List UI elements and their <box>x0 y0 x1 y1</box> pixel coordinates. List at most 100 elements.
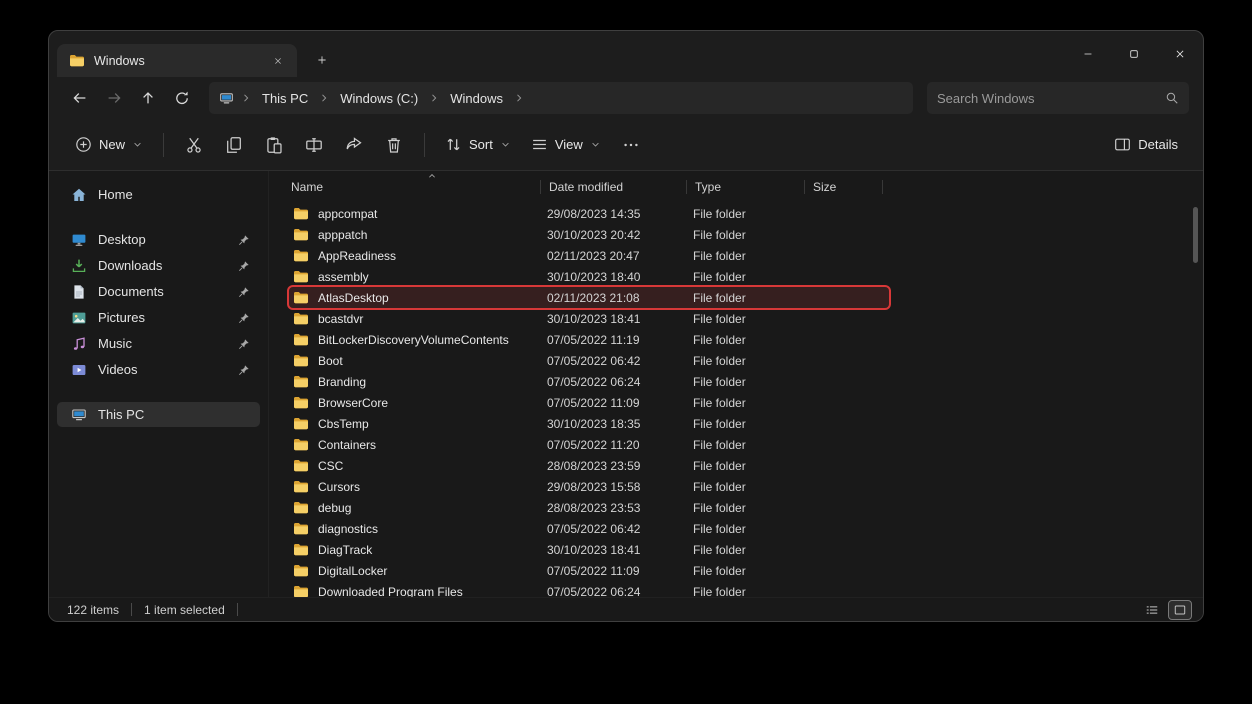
videos-icon <box>71 362 87 378</box>
file-row-diagtrack[interactable]: DiagTrack 30/10/2023 18:41 File folder <box>289 539 889 560</box>
file-name: debug <box>318 501 351 515</box>
file-date-modified: 30/10/2023 18:40 <box>547 270 693 284</box>
sidebar-item-music[interactable]: Music <box>57 331 260 356</box>
view-label: View <box>555 137 583 152</box>
file-date-modified: 07/05/2022 11:09 <box>547 396 693 410</box>
sidebar-item-this-pc[interactable]: This PC <box>57 402 260 427</box>
copy-button[interactable] <box>214 128 254 162</box>
file-row-containers[interactable]: Containers 07/05/2022 11:20 File folder <box>289 434 889 455</box>
minimize-button[interactable] <box>1065 31 1111 77</box>
file-row-debug[interactable]: debug 28/08/2023 23:53 File folder <box>289 497 889 518</box>
file-type: File folder <box>693 291 811 305</box>
rename-button[interactable] <box>294 128 334 162</box>
file-row-diagnostics[interactable]: diagnostics 07/05/2022 06:42 File folder <box>289 518 889 539</box>
up-button[interactable] <box>133 83 163 113</box>
status-bar: 122 items 1 item selected <box>49 597 1203 621</box>
documents-icon <box>71 284 87 300</box>
folder-icon <box>293 248 309 264</box>
back-button[interactable] <box>65 83 95 113</box>
folder-icon <box>293 227 309 243</box>
column-header-size[interactable]: Size <box>811 171 889 203</box>
paste-button[interactable] <box>254 128 294 162</box>
delete-button[interactable] <box>374 128 414 162</box>
file-row-apppatch[interactable]: apppatch 30/10/2023 20:42 File folder <box>289 224 889 245</box>
sort-icon <box>445 136 462 153</box>
file-type: File folder <box>693 438 811 452</box>
chevron-right-icon <box>428 92 440 104</box>
chevron-right-icon <box>318 92 330 104</box>
file-row-cbstemp[interactable]: CbsTemp 30/10/2023 18:35 File folder <box>289 413 889 434</box>
folder-icon <box>293 206 309 222</box>
file-row-branding[interactable]: Branding 07/05/2022 06:24 File folder <box>289 371 889 392</box>
address-bar[interactable]: This PC Windows (C:) Windows <box>209 82 913 114</box>
file-row-browsercore[interactable]: BrowserCore 07/05/2022 11:09 File folder <box>289 392 889 413</box>
file-type: File folder <box>693 207 811 221</box>
titlebar: Windows <box>49 31 1203 77</box>
large-icons-view-button[interactable] <box>1169 601 1191 619</box>
tab-close-button[interactable] <box>267 50 289 72</box>
file-name: Boot <box>318 354 343 368</box>
folder-icon <box>293 416 309 432</box>
file-row-assembly[interactable]: assembly 30/10/2023 18:40 File folder <box>289 266 889 287</box>
share-button[interactable] <box>334 128 374 162</box>
folder-icon <box>293 563 309 579</box>
file-row-appcompat[interactable]: appcompat 29/08/2023 14:35 File folder <box>289 203 889 224</box>
file-type: File folder <box>693 417 811 431</box>
tab-title: Windows <box>94 54 258 68</box>
folder-icon <box>69 53 85 69</box>
file-name: AtlasDesktop <box>318 291 389 305</box>
folder-icon <box>293 290 309 306</box>
folder-icon <box>293 500 309 516</box>
file-row-cursors[interactable]: Cursors 29/08/2023 15:58 File folder <box>289 476 889 497</box>
file-row-boot[interactable]: Boot 07/05/2022 06:42 File folder <box>289 350 889 371</box>
file-name: DigitalLocker <box>318 564 387 578</box>
column-header-date-modified[interactable]: Date modified <box>547 171 693 203</box>
close-button[interactable] <box>1157 31 1203 77</box>
file-name: assembly <box>318 270 369 284</box>
toolbar-separator <box>163 133 164 157</box>
column-header-type[interactable]: Type <box>693 171 811 203</box>
file-row-atlasdesktop[interactable]: AtlasDesktop 02/11/2023 21:08 File folde… <box>289 287 889 308</box>
file-date-modified: 07/05/2022 06:24 <box>547 585 693 598</box>
column-header-name[interactable]: Name <box>289 171 547 203</box>
sidebar-item-documents[interactable]: Documents <box>57 279 260 304</box>
file-row-downloaded-program-files[interactable]: Downloaded Program Files 07/05/2022 06:2… <box>289 581 889 597</box>
file-date-modified: 28/08/2023 23:59 <box>547 459 693 473</box>
vertical-scrollbar[interactable] <box>1193 207 1198 263</box>
search-input[interactable] <box>937 91 1157 106</box>
file-date-modified: 02/11/2023 20:47 <box>547 249 693 263</box>
file-row-csc[interactable]: CSC 28/08/2023 23:59 File folder <box>289 455 889 476</box>
more-options-button[interactable] <box>611 128 651 162</box>
sidebar-item-videos[interactable]: Videos <box>57 357 260 382</box>
breadcrumb-item-this-pc[interactable]: This PC <box>258 89 312 108</box>
file-type: File folder <box>693 249 811 263</box>
new-tab-button[interactable] <box>311 49 333 71</box>
file-type: File folder <box>693 564 811 578</box>
breadcrumb-item-windows[interactable]: Windows <box>446 89 507 108</box>
view-dropdown[interactable]: View <box>521 129 611 160</box>
file-row-bcastdvr[interactable]: bcastdvr 30/10/2023 18:41 File folder <box>289 308 889 329</box>
file-row-bitlockerdiscoveryvolumecontents[interactable]: BitLockerDiscoveryVolumeContents 07/05/2… <box>289 329 889 350</box>
file-date-modified: 02/11/2023 21:08 <box>547 291 693 305</box>
sidebar-item-home[interactable]: Home <box>57 182 260 207</box>
refresh-button[interactable] <box>167 83 197 113</box>
sidebar-item-pictures[interactable]: Pictures <box>57 305 260 330</box>
file-name: BitLockerDiscoveryVolumeContents <box>318 333 509 347</box>
sort-dropdown[interactable]: Sort <box>435 129 521 160</box>
details-pane-toggle[interactable]: Details <box>1105 129 1187 160</box>
cut-button[interactable] <box>174 128 214 162</box>
breadcrumb-item-windows-c[interactable]: Windows (C:) <box>336 89 422 108</box>
sidebar-item-desktop[interactable]: Desktop <box>57 227 260 252</box>
details-view-button[interactable] <box>1141 601 1163 619</box>
sidebar-item-downloads[interactable]: Downloads <box>57 253 260 278</box>
maximize-button[interactable] <box>1111 31 1157 77</box>
file-row-appreadiness[interactable]: AppReadiness 02/11/2023 20:47 File folde… <box>289 245 889 266</box>
file-date-modified: 29/08/2023 15:58 <box>547 480 693 494</box>
forward-button[interactable] <box>99 83 129 113</box>
file-name: apppatch <box>318 228 367 242</box>
file-name: AppReadiness <box>318 249 396 263</box>
file-row-digitallocker[interactable]: DigitalLocker 07/05/2022 11:09 File fold… <box>289 560 889 581</box>
new-button[interactable]: New <box>65 129 153 160</box>
explorer-tab-windows[interactable]: Windows <box>57 44 297 77</box>
file-date-modified: 30/10/2023 18:35 <box>547 417 693 431</box>
